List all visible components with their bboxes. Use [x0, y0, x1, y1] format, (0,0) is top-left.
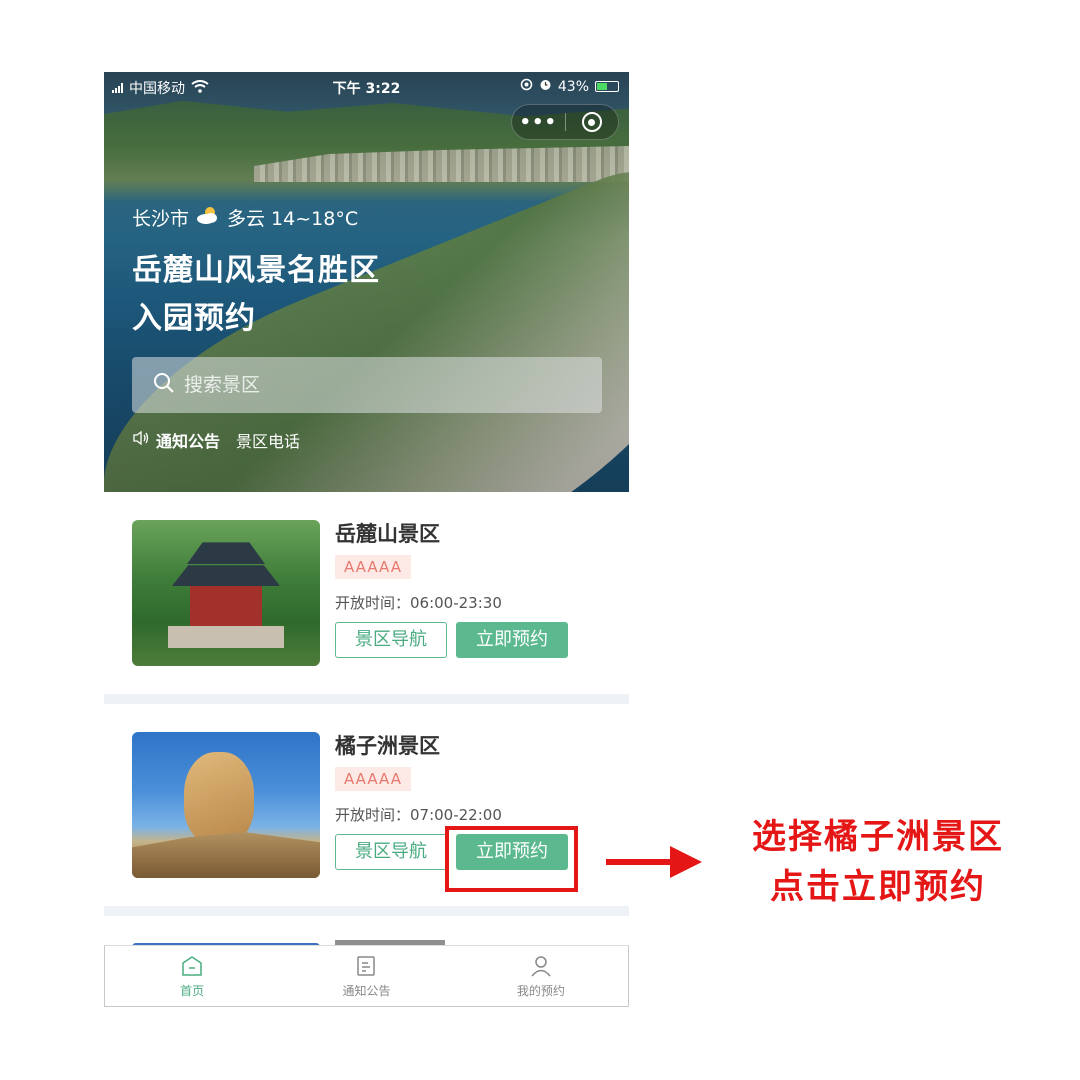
- page-title: 岳麓山风景名胜区 入园预约: [132, 247, 380, 343]
- pavilion-body: [190, 586, 262, 626]
- miniprogram-capsule: •••: [511, 104, 619, 140]
- tab-home[interactable]: 首页: [105, 946, 279, 1006]
- highlight-box: [445, 826, 578, 892]
- weather-info: 长沙市 多云 14~18°C: [132, 204, 358, 231]
- home-icon: [182, 955, 202, 976]
- more-menu-icon[interactable]: •••: [512, 112, 565, 133]
- tab-notice[interactable]: 通知公告: [279, 946, 453, 1006]
- notice-row: 通知公告 景区电话: [132, 428, 300, 452]
- user-icon: [531, 955, 551, 976]
- notice-link[interactable]: 通知公告: [156, 428, 220, 452]
- scenic-name: 岳麓山景区: [335, 522, 440, 546]
- partly-cloudy-icon: [195, 205, 221, 230]
- target-icon: [581, 112, 602, 132]
- annotation-text: 选择橘子洲景区 点击立即预约: [718, 812, 1038, 912]
- search-input[interactable]: [184, 374, 564, 396]
- scenic-name: 橘子洲景区: [335, 734, 440, 758]
- book-now-button[interactable]: 立即预约: [456, 622, 568, 658]
- annotation-line2: 点击立即预约: [770, 867, 986, 907]
- city-label: 长沙市: [132, 208, 190, 230]
- tab-label: 通知公告: [342, 983, 391, 998]
- statue-head: [184, 752, 254, 844]
- scenic-phone-link[interactable]: 景区电话: [236, 428, 300, 452]
- annotation-line1: 选择橘子洲景区: [752, 817, 1004, 857]
- rating-badge: AAAAA: [335, 767, 411, 791]
- speaker-icon: [132, 430, 150, 450]
- tab-label: 我的预约: [516, 983, 565, 998]
- navigate-button[interactable]: 景区导航: [335, 622, 447, 658]
- rating-badge: AAAAA: [335, 555, 411, 579]
- battery-percent: 43%: [557, 78, 589, 95]
- tab-my-bookings[interactable]: 我的预约: [454, 946, 628, 1006]
- title-line1: 岳麓山风景名胜区: [132, 253, 380, 288]
- status-right: 43%: [520, 78, 619, 95]
- opening-hours: 开放时间：07:00-22:00: [335, 806, 502, 824]
- scenic-photo-juzizhou: [132, 732, 320, 878]
- arrow-right-icon: [606, 846, 702, 878]
- title-line2: 入园预约: [132, 301, 256, 336]
- statue-rock: [132, 832, 320, 878]
- battery-icon: [595, 81, 619, 92]
- card-divider: [104, 694, 629, 704]
- pavilion-base: [168, 626, 284, 648]
- scenic-photo-yuelushan: [132, 520, 320, 666]
- bottom-tab-bar: 首页 通知公告 我的预约: [104, 945, 629, 1007]
- opening-hours: 开放时间：06:00-23:30: [335, 594, 502, 612]
- close-miniprogram-button[interactable]: [565, 112, 618, 132]
- rotation-lock-icon: [520, 78, 533, 95]
- document-icon: [357, 955, 376, 976]
- card-divider: [104, 906, 629, 916]
- scenic-card-yuelushan[interactable]: 岳麓山景区 AAAAA 开放时间：06:00-23:30 景区导航 立即预约: [104, 492, 629, 666]
- search-bar[interactable]: [132, 357, 602, 413]
- status-bar: 中国移动 下午 3:22 43%: [104, 72, 629, 100]
- header-banner: 中国移动 下午 3:22 43% ••• 长沙市 多云 14~18°C 岳麓山风…: [104, 72, 629, 492]
- navigate-button[interactable]: 景区导航: [335, 834, 447, 870]
- tab-label: 首页: [180, 983, 205, 998]
- pavilion-roof-top: [187, 542, 265, 564]
- weather-text: 多云 14~18°C: [227, 208, 359, 230]
- search-icon: [152, 371, 176, 399]
- alarm-icon: [539, 78, 552, 95]
